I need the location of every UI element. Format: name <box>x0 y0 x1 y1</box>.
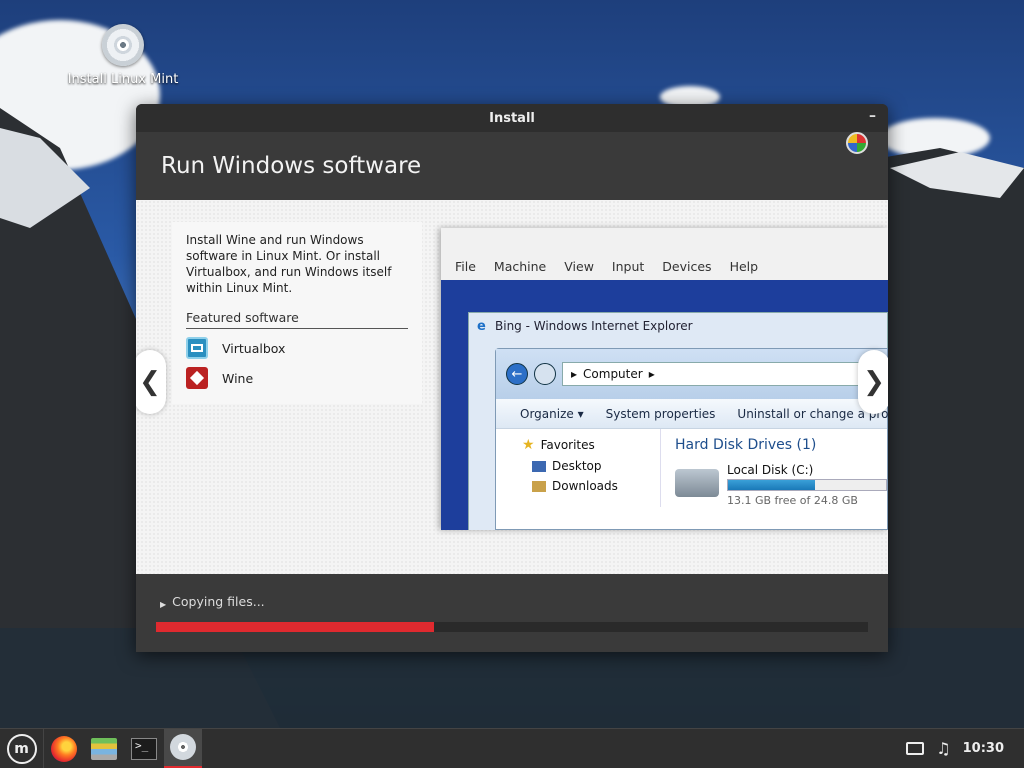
expand-arrow-icon[interactable]: ▶ <box>160 600 166 609</box>
slideshow: Install Wine and run Windows software in… <box>136 200 888 574</box>
window-titlebar[interactable]: Install – <box>136 104 888 132</box>
status-text: Copying files... <box>172 594 265 609</box>
slide-header: Run Windows software <box>136 132 888 200</box>
virtualbox-icon <box>186 337 208 359</box>
ie-title: Bing - Windows Internet Explorer <box>495 319 693 333</box>
explorer-toolbar: Organize ▾ System properties Uninstall o… <box>496 399 888 429</box>
desktop-icon-install-linux-mint[interactable]: Install Linux Mint <box>66 24 180 87</box>
desktop-icon-label: Install Linux Mint <box>67 72 179 87</box>
progress-fill <box>156 622 434 632</box>
star-icon: ★ <box>522 437 535 453</box>
explorer-window: ← ▸ Computer ▸ Organize ▾ System propert… <box>495 348 888 530</box>
local-disk: Local Disk (C:) 13.1 GB free of 24.8 GB <box>675 463 887 507</box>
sidebar-label: Desktop <box>552 459 602 473</box>
terminal-icon: >_ <box>131 737 157 760</box>
address-text: Computer <box>583 367 643 381</box>
sidebar-favorites: ★ Favorites <box>522 437 660 453</box>
mint-logo-icon: m <box>6 733 37 764</box>
wine-icon <box>186 367 208 389</box>
next-slide-button[interactable]: ❯ <box>858 350 888 414</box>
info-panel: Install Wine and run Windows software in… <box>172 222 422 404</box>
drives-header: Hard Disk Drives (1) <box>675 437 817 453</box>
vbox-menu-item: Help <box>729 259 759 274</box>
disc-icon <box>102 24 144 66</box>
vbox-menu-item: Machine <box>493 259 547 274</box>
vbox-menu-item: Input <box>611 259 645 274</box>
system-tray: ♫ 10:30 <box>906 739 1024 758</box>
sidebar-downloads: Downloads <box>522 479 660 493</box>
task-installer[interactable] <box>164 728 202 768</box>
files-launcher[interactable] <box>84 729 124 768</box>
explorer-body: ★ Favorites Desktop Downloads Hard Disk D… <box>496 429 887 507</box>
explorer-main: Hard Disk Drives (1) Local Disk (C:) 13.… <box>661 429 887 507</box>
disc-icon <box>170 734 196 760</box>
installer-window: Install – Run Windows software Install W… <box>136 104 888 652</box>
vbox-menu-item: View <box>564 259 594 274</box>
clock[interactable]: 10:30 <box>963 741 1004 756</box>
explorer-sidebar: ★ Favorites Desktop Downloads <box>496 429 661 507</box>
computer-icon: ▸ <box>571 367 578 381</box>
featured-app-label: Virtualbox <box>222 340 286 356</box>
window-title: Install <box>489 110 535 126</box>
disk-free: 13.1 GB free of 24.8 GB <box>727 494 858 507</box>
previous-slide-button[interactable]: ❮ <box>136 350 166 414</box>
disk-usage-fill <box>728 480 815 490</box>
vbox-menubar: File Machine View Input Devices Help <box>441 228 888 280</box>
vbox-menu-item: Devices <box>662 259 712 274</box>
downloads-icon <box>532 480 546 492</box>
accessibility-icon[interactable] <box>846 132 868 154</box>
desktop-icon <box>532 460 546 472</box>
featured-app-label: Wine <box>222 370 254 386</box>
terminal-launcher[interactable]: >_ <box>124 729 164 768</box>
firefox-icon <box>51 735 77 762</box>
sound-icon[interactable]: ♫ <box>936 739 950 758</box>
progress-bar <box>156 622 868 632</box>
toolbar-item: Organize ▾ <box>520 406 584 421</box>
toolbar-item: System properties <box>605 406 716 421</box>
minimize-button[interactable]: – <box>869 108 876 124</box>
ie-icon: e <box>477 319 486 334</box>
slide-title: Run Windows software <box>161 153 422 179</box>
progress-footer: ▶ Copying files... <box>136 574 888 652</box>
firefox-launcher[interactable] <box>44 729 84 768</box>
slide-screenshot: File Machine View Input Devices Help e B… <box>441 228 888 530</box>
status-line[interactable]: ▶ Copying files... <box>160 594 265 609</box>
chevron-right-icon: ▸ <box>648 367 655 381</box>
taskbar: m >_ ♫ 10:30 <box>0 728 1024 768</box>
sidebar-label: Favorites <box>540 438 595 452</box>
featured-app-virtualbox: Virtualbox <box>186 337 408 359</box>
featured-app-wine: Wine <box>186 367 408 389</box>
files-icon <box>91 737 117 760</box>
explorer-address-bar: ← ▸ Computer ▸ <box>496 349 887 399</box>
disk-name: Local Disk (C:) <box>727 463 814 477</box>
forward-arrow-icon <box>534 363 556 385</box>
menu-button[interactable]: m <box>0 728 44 768</box>
slide-description: Install Wine and run Windows software in… <box>186 233 392 295</box>
sidebar-label: Downloads <box>552 479 618 493</box>
back-arrow-icon: ← <box>506 363 528 385</box>
featured-title: Featured software <box>186 310 408 329</box>
disk-usage-bar <box>727 479 887 491</box>
network-icon[interactable] <box>906 742 925 755</box>
hard-disk-icon <box>675 469 719 497</box>
sidebar-desktop: Desktop <box>522 459 660 473</box>
vbox-menu-item: File <box>455 259 476 274</box>
address-box: ▸ Computer ▸ <box>562 362 887 386</box>
